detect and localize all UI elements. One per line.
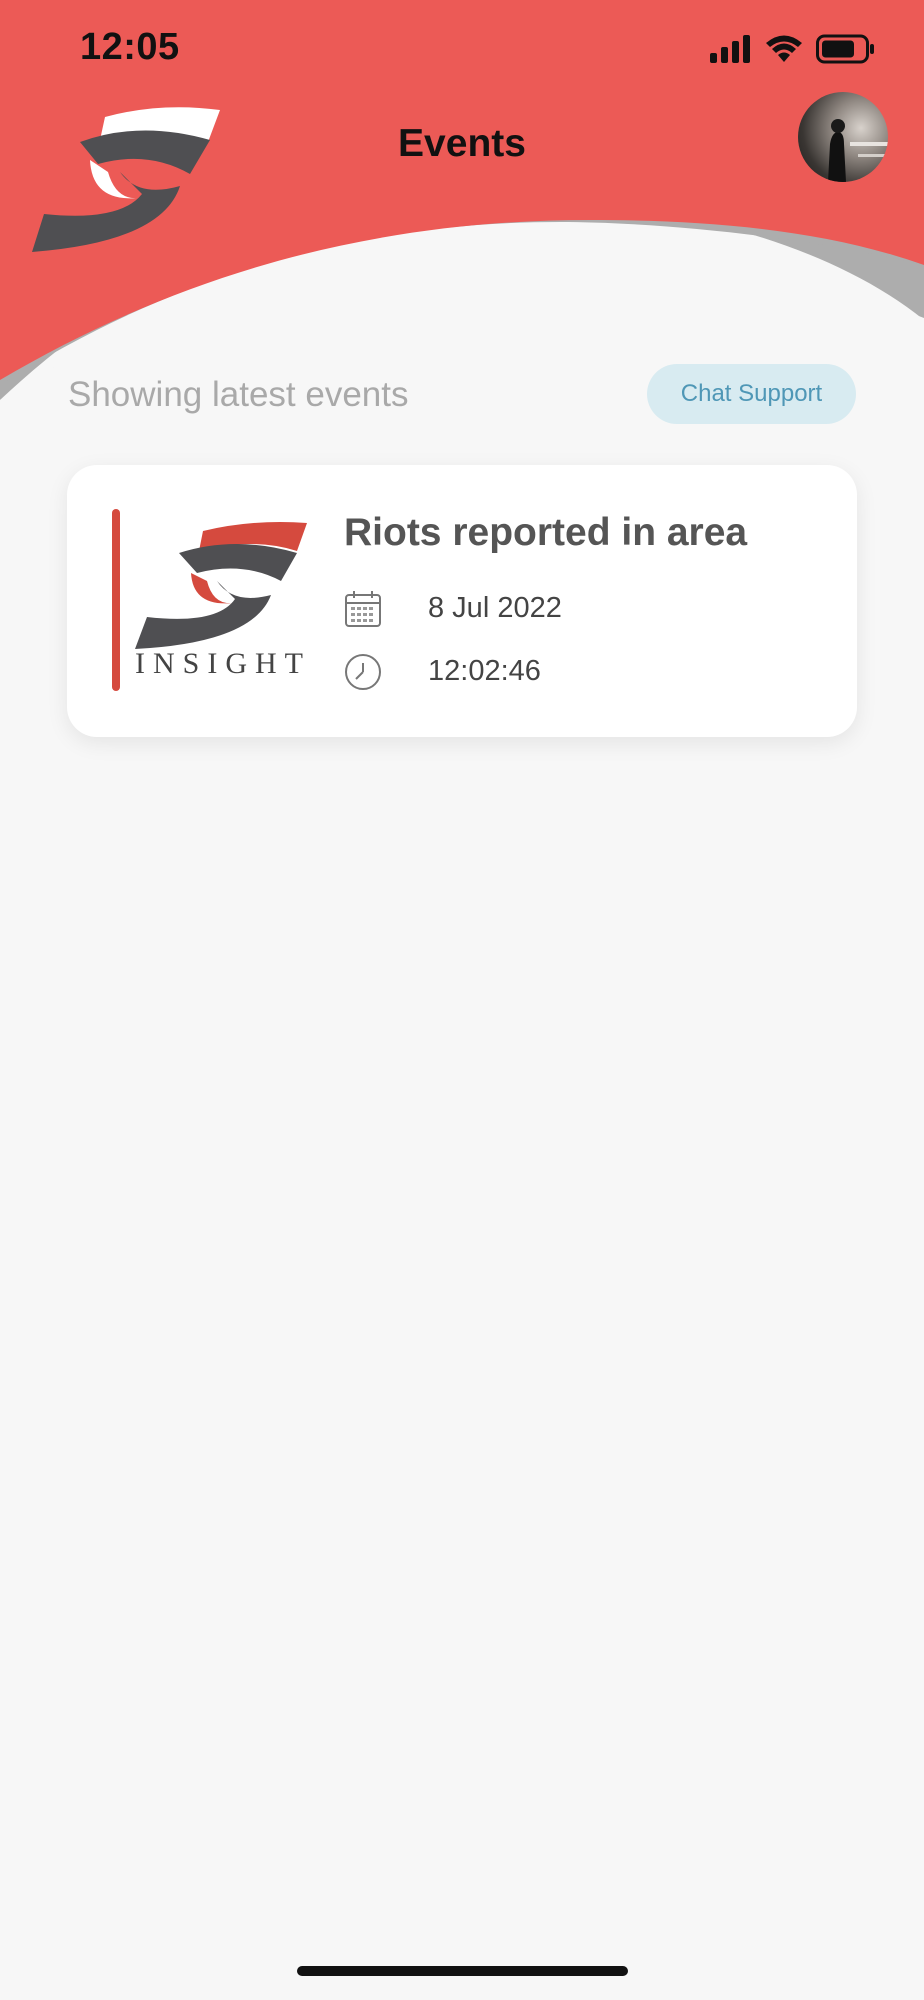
insight-logo-icon (135, 522, 307, 649)
feed-subtitle: Showing latest events (68, 375, 409, 414)
event-time: 12:02:46 (428, 655, 541, 687)
user-avatar[interactable] (798, 92, 888, 182)
events-screen: 12:05 Events Showing latest events Chat … (0, 0, 924, 2000)
chat-support-button[interactable]: Chat Support (647, 364, 856, 424)
calendar-icon (345, 591, 381, 627)
wifi-icon (766, 35, 802, 62)
status-icons (710, 34, 876, 64)
clock-icon (345, 654, 381, 690)
event-accent-bar (112, 509, 120, 691)
status-time: 12:05 (80, 26, 180, 68)
home-indicator[interactable] (297, 1966, 628, 1976)
event-card[interactable]: INSIGHT Riots reported in area 8 Jul 202… (67, 465, 857, 737)
page-title: Events (398, 122, 526, 165)
battery-icon (816, 34, 874, 64)
insight-wordmark: INSIGHT (135, 647, 311, 680)
signal-icon (710, 35, 750, 63)
avatar-photo (828, 119, 888, 182)
event-title: Riots reported in area (344, 511, 748, 554)
event-date: 8 Jul 2022 (428, 592, 562, 624)
